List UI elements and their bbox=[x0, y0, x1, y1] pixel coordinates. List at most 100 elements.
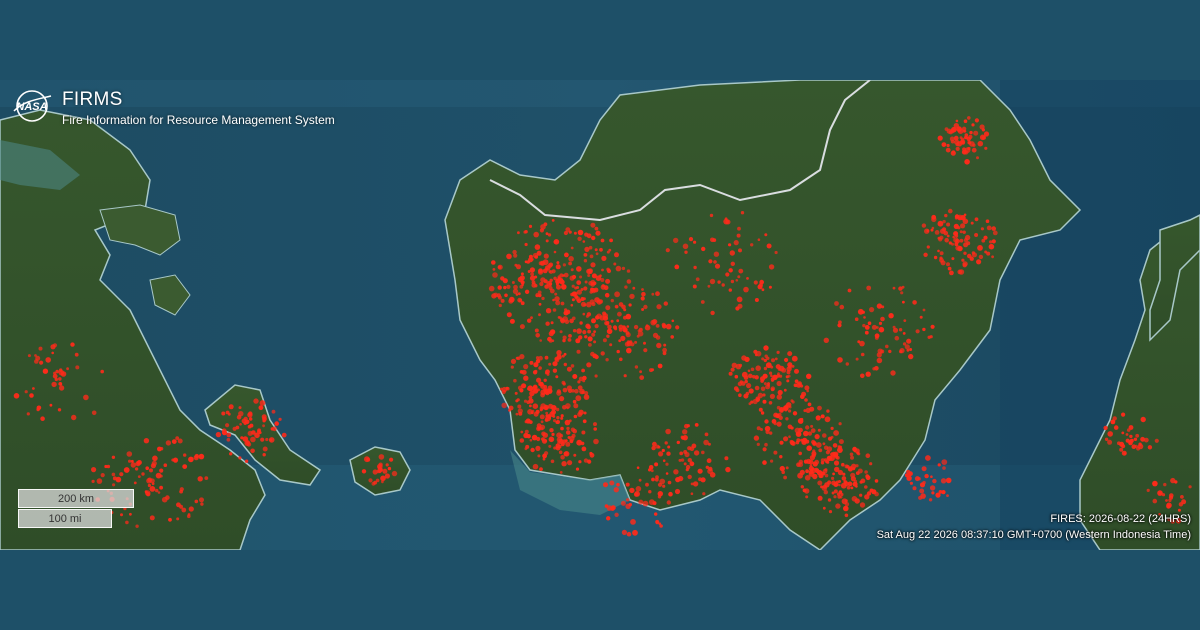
fire-detection bbox=[613, 487, 619, 493]
fire-detection bbox=[614, 252, 619, 258]
fire-detection bbox=[804, 385, 810, 391]
fire-detection bbox=[915, 329, 920, 334]
app-subtitle: Fire Information for Resource Management… bbox=[62, 113, 335, 127]
fire-detection bbox=[941, 142, 947, 147]
fire-detection bbox=[733, 240, 739, 246]
fire-detection bbox=[579, 275, 583, 279]
fire-detection bbox=[133, 481, 137, 485]
fire-detection bbox=[535, 292, 540, 298]
fire-detection bbox=[591, 332, 596, 337]
fire-detection bbox=[791, 355, 798, 362]
fire-detection bbox=[974, 118, 980, 123]
fire-detection bbox=[516, 398, 520, 402]
fire-detection bbox=[181, 507, 187, 513]
fire-detection bbox=[151, 482, 155, 486]
fire-detection bbox=[970, 221, 974, 225]
fire-map[interactable] bbox=[0, 80, 1200, 550]
fire-detection bbox=[552, 308, 557, 312]
fire-detection bbox=[179, 487, 184, 492]
fire-detection bbox=[566, 426, 570, 431]
fire-detection bbox=[947, 266, 952, 271]
fire-detection bbox=[985, 219, 990, 223]
fire-detection bbox=[589, 254, 594, 259]
fire-detection bbox=[570, 246, 574, 250]
fire-detection bbox=[100, 369, 104, 374]
fire-detection bbox=[666, 451, 671, 456]
fire-detection bbox=[866, 491, 872, 496]
fire-detection bbox=[853, 449, 857, 453]
fire-detection bbox=[641, 291, 646, 297]
fire-detection bbox=[163, 463, 168, 468]
fire-detection bbox=[492, 272, 498, 278]
fire-detection bbox=[830, 435, 834, 439]
fire-detection bbox=[651, 368, 655, 372]
fire-detection bbox=[519, 284, 524, 289]
fire-detection bbox=[1154, 438, 1159, 443]
fire-detection bbox=[1166, 502, 1172, 509]
fire-detection bbox=[665, 472, 669, 475]
fire-detection bbox=[973, 130, 979, 136]
fire-detection bbox=[986, 251, 991, 256]
fire-detection bbox=[876, 303, 883, 309]
fire-detection bbox=[832, 443, 838, 448]
fire-detection bbox=[566, 385, 573, 391]
fire-detection bbox=[762, 373, 768, 379]
fire-detection bbox=[529, 267, 536, 273]
fire-detection bbox=[51, 351, 54, 355]
fire-detection bbox=[826, 455, 833, 461]
fire-detection bbox=[622, 325, 626, 329]
fire-detection bbox=[262, 419, 266, 423]
fire-detection bbox=[673, 237, 679, 244]
fire-detection bbox=[843, 505, 849, 512]
fire-detection bbox=[115, 476, 122, 483]
fire-detection bbox=[938, 237, 943, 242]
fire-detection bbox=[826, 409, 830, 413]
fire-detection bbox=[918, 495, 923, 500]
fire-detection bbox=[725, 219, 731, 225]
fire-detection bbox=[36, 407, 40, 412]
fire-detection bbox=[511, 281, 515, 284]
fire-detection bbox=[516, 264, 521, 270]
fire-detection bbox=[560, 301, 565, 306]
fire-detection bbox=[791, 365, 795, 368]
fire-detection bbox=[550, 459, 555, 464]
fire-detection bbox=[38, 346, 43, 351]
fire-detection bbox=[58, 385, 65, 391]
fire-detection bbox=[804, 488, 810, 494]
fire-detection bbox=[962, 261, 968, 267]
fire-detection bbox=[563, 451, 569, 457]
fire-detection bbox=[574, 295, 579, 299]
fire-detection bbox=[569, 318, 574, 324]
fire-detection bbox=[515, 293, 519, 296]
fire-detection bbox=[657, 482, 663, 487]
fire-detection bbox=[978, 254, 984, 260]
fire-detection bbox=[979, 134, 986, 141]
fire-detection bbox=[194, 453, 199, 459]
fire-detection bbox=[543, 253, 549, 259]
fire-detection bbox=[748, 388, 754, 394]
fire-detection bbox=[864, 485, 868, 489]
fire-detection bbox=[687, 446, 692, 451]
fire-detection bbox=[506, 312, 512, 318]
fire-detection bbox=[636, 466, 640, 470]
fire-detection bbox=[137, 461, 141, 465]
fire-detection bbox=[885, 344, 889, 349]
fire-detection bbox=[776, 394, 782, 400]
fire-detection bbox=[671, 319, 675, 323]
fire-detection bbox=[268, 437, 275, 443]
fire-detection bbox=[552, 361, 558, 367]
fire-detection bbox=[606, 334, 610, 338]
fire-detection bbox=[641, 288, 644, 291]
fire-detection bbox=[812, 449, 816, 453]
fire-detection bbox=[197, 476, 203, 482]
fire-detection bbox=[571, 274, 577, 280]
fire-detection bbox=[130, 459, 134, 463]
fire-detection bbox=[713, 260, 717, 264]
map-canvas[interactable] bbox=[0, 80, 1200, 550]
fire-detection bbox=[728, 268, 733, 273]
fire-detection bbox=[74, 352, 79, 357]
fire-detection bbox=[278, 417, 282, 421]
fire-detection bbox=[988, 243, 995, 250]
fire-detection bbox=[693, 240, 697, 244]
nasa-meatball-icon[interactable]: NASA bbox=[10, 88, 54, 124]
